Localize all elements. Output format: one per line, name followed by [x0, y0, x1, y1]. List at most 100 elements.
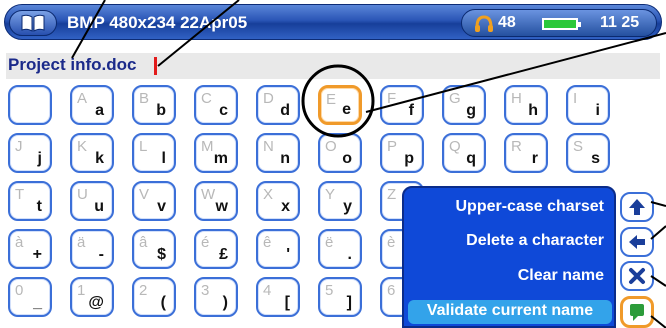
keyboard-key[interactable]: Cc — [194, 85, 238, 125]
keyboard-key[interactable]: ê ' — [256, 229, 300, 269]
key-lower-label: + — [32, 246, 42, 263]
keyboard-key[interactable]: Vv — [132, 181, 176, 221]
clear-x-icon — [629, 268, 645, 284]
keyboard-key[interactable]: Qq — [442, 133, 486, 173]
keyboard-key[interactable]: 5] — [318, 277, 362, 317]
keyboard-key[interactable]: Yy — [318, 181, 362, 221]
key-upper-label: M — [201, 138, 214, 155]
key-upper-label: P — [387, 138, 398, 155]
keyboard-key[interactable]: Ww — [194, 181, 238, 221]
validate-button[interactable] — [620, 296, 654, 328]
keyboard-key[interactable]: à + — [8, 229, 52, 269]
key-upper-label: 2 — [139, 282, 148, 299]
menu-item-upper-case[interactable]: Upper-case charset — [455, 198, 604, 216]
clock: 11 25 — [600, 14, 640, 31]
keyboard-key[interactable]: Jj — [8, 133, 52, 173]
key-upper-label: 5 — [325, 282, 334, 299]
key-upper-label: G — [449, 90, 461, 107]
keyboard-key[interactable]: Uu — [70, 181, 114, 221]
key-upper-label: I — [573, 90, 578, 107]
keyboard-key[interactable]: 0 _ — [8, 277, 52, 317]
key-lower-label: r — [531, 150, 538, 167]
keyboard-key[interactable]: 2( — [132, 277, 176, 317]
keyboard-key[interactable]: Kk — [70, 133, 114, 173]
key-upper-label: 6 — [387, 282, 396, 299]
key-upper-label: R — [511, 138, 522, 155]
menu-item-clear-name[interactable]: Clear name — [518, 267, 604, 285]
keyboard-key[interactable]: Hh — [504, 85, 548, 125]
key-upper-label: è — [387, 234, 396, 251]
filename-text: Project info.doc — [8, 55, 137, 74]
keyboard-key[interactable]: ë. — [318, 229, 362, 269]
key-upper-label: U — [77, 186, 88, 203]
key-lower-label: v — [157, 198, 166, 215]
folder-button[interactable] — [9, 10, 57, 36]
keyboard-key[interactable]: Tt — [8, 181, 52, 221]
keyboard-key[interactable]: â $ — [132, 229, 176, 269]
keyboard-key[interactable]: Aa — [70, 85, 114, 125]
title-text: BMP 480x234 22Apr05 — [67, 13, 248, 32]
clear-button[interactable] — [620, 261, 654, 291]
backspace-button[interactable] — [620, 227, 654, 257]
keyboard-key[interactable]: 4[ — [256, 277, 300, 317]
key-lower-label: g — [466, 102, 476, 119]
key-upper-label: 4 — [263, 282, 272, 299]
title-bar-background: BMP 480x234 22Apr05 48 11 25 — [4, 4, 662, 40]
filename-input[interactable]: Project info.doc — [6, 53, 660, 79]
key-upper-label: D — [263, 90, 274, 107]
keyboard-key[interactable]: Bb — [132, 85, 176, 125]
keyboard-key[interactable]: Ee — [318, 85, 362, 125]
key-lower-label: ( — [160, 294, 166, 311]
keyboard-key[interactable]: Ll — [132, 133, 176, 173]
keyboard-key[interactable]: Pp — [380, 133, 424, 173]
menu-item-delete-character[interactable]: Delete a character — [466, 232, 604, 250]
key-upper-label: X — [263, 186, 274, 203]
keyboard-key[interactable]: 3) — [194, 277, 238, 317]
menu-item-validate-name[interactable]: Validate current name — [408, 300, 612, 324]
key-lower-label: - — [98, 246, 104, 263]
keyboard-key[interactable]: Nn — [256, 133, 300, 173]
keyboard-key[interactable]: Ff — [380, 85, 424, 125]
key-lower-label: f — [408, 102, 414, 119]
keyboard-key[interactable]: Ss — [566, 133, 610, 173]
key-upper-label: T — [15, 186, 25, 203]
keyboard-key[interactable] — [8, 85, 52, 125]
keyboard-key[interactable]: Dd — [256, 85, 300, 125]
key-upper-label: O — [325, 138, 337, 155]
key-upper-label: à — [15, 234, 24, 251]
shift-button[interactable] — [620, 192, 654, 222]
key-lower-label: c — [219, 102, 228, 119]
key-lower-label: ] — [346, 294, 352, 311]
keyboard-key[interactable]: Xx — [256, 181, 300, 221]
key-upper-label: ë — [325, 234, 334, 251]
key-upper-label: L — [139, 138, 148, 155]
keyboard-key[interactable]: Rr — [504, 133, 548, 173]
volume-level: 48 — [498, 14, 516, 31]
keyboard-key[interactable]: Mm — [194, 133, 238, 173]
key-lower-label: s — [591, 150, 600, 167]
key-upper-label: Y — [325, 186, 336, 203]
keyboard-key[interactable]: é £ — [194, 229, 238, 269]
keyboard-key[interactable]: 1 @ — [70, 277, 114, 317]
title-bar: BMP 480x234 22Apr05 48 11 25 — [0, 0, 666, 46]
key-lower-label: @ — [88, 294, 104, 311]
key-upper-label: ä — [77, 234, 86, 251]
keyboard-key[interactable]: ä- — [70, 229, 114, 269]
keyboard-key[interactable]: Gg — [442, 85, 486, 125]
key-lower-label: h — [528, 102, 538, 119]
validate-icon — [630, 304, 644, 321]
key-upper-label: 3 — [201, 282, 210, 299]
key-lower-label: _ — [33, 294, 42, 311]
key-lower-label: n — [280, 150, 290, 167]
key-lower-label: t — [36, 198, 42, 215]
key-lower-label: w — [215, 198, 228, 215]
key-upper-label: Z — [387, 186, 397, 203]
shift-up-arrow-icon — [629, 199, 645, 215]
key-upper-label: A — [77, 90, 88, 107]
key-lower-label: d — [280, 102, 290, 119]
key-lower-label: j — [37, 150, 42, 167]
keyboard-key[interactable]: Ii — [566, 85, 610, 125]
keyboard-key[interactable]: Oo — [318, 133, 362, 173]
key-lower-label: x — [281, 198, 290, 215]
backspace-arrow-icon — [629, 235, 645, 249]
